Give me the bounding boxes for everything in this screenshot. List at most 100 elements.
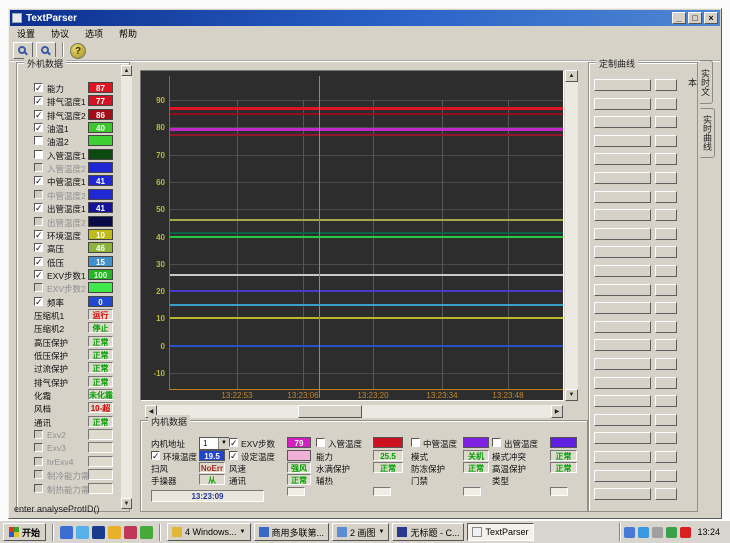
curve-value-button[interactable] xyxy=(655,265,677,277)
chart-vscrollbar[interactable] xyxy=(565,70,578,401)
curve-slot-button[interactable] xyxy=(594,358,651,370)
curve-value-button[interactable] xyxy=(655,488,677,500)
checkbox[interactable]: ✓ xyxy=(34,96,43,105)
checkbox[interactable] xyxy=(316,438,325,447)
tray-icon[interactable] xyxy=(666,527,677,538)
quick-launch-icon[interactable] xyxy=(92,526,105,539)
unit-address-dropdown[interactable]: 1▼ xyxy=(199,437,229,450)
checkbox[interactable] xyxy=(34,470,43,479)
checkbox[interactable]: ✓ xyxy=(34,230,43,239)
quick-launch-icon[interactable] xyxy=(60,526,73,539)
taskbar-button[interactable]: TextParser xyxy=(467,523,533,541)
scroll-up-icon[interactable]: ▲ xyxy=(565,70,578,82)
curve-slot-button[interactable] xyxy=(594,339,651,351)
menu-item[interactable]: 协议 xyxy=(44,26,76,41)
checkbox[interactable] xyxy=(492,438,501,447)
curve-value-button[interactable] xyxy=(655,377,677,389)
curve-slot-button[interactable] xyxy=(594,79,651,91)
quick-launch-icon[interactable] xyxy=(140,526,153,539)
quick-launch-icon[interactable] xyxy=(108,526,121,539)
restore-button[interactable]: □ xyxy=(688,12,702,24)
curve-value-button[interactable] xyxy=(655,284,677,296)
curve-slot-button[interactable] xyxy=(594,265,651,277)
checkbox[interactable] xyxy=(34,136,43,145)
tray-icon[interactable] xyxy=(624,527,635,538)
checkbox[interactable] xyxy=(34,163,43,172)
curve-value-button[interactable] xyxy=(655,228,677,240)
curve-value-button[interactable] xyxy=(655,246,677,258)
curve-slot-button[interactable] xyxy=(594,153,651,165)
curve-slot-button[interactable] xyxy=(594,302,651,314)
curve-value-button[interactable] xyxy=(655,414,677,426)
curve-value-button[interactable] xyxy=(655,470,677,482)
taskbar-button[interactable]: 4 Windows...▼ xyxy=(167,523,250,541)
checkbox[interactable]: ✓ xyxy=(229,438,238,447)
checkbox[interactable]: ✓ xyxy=(34,83,43,92)
curve-value-button[interactable] xyxy=(655,339,677,351)
checkbox[interactable]: ✓ xyxy=(34,270,43,279)
curve-value-button[interactable] xyxy=(655,358,677,370)
scroll-up-icon[interactable]: ▲ xyxy=(121,65,132,76)
checkbox[interactable] xyxy=(34,150,43,159)
close-button[interactable]: × xyxy=(704,12,718,24)
curve-value-button[interactable] xyxy=(655,209,677,221)
checkbox[interactable] xyxy=(34,190,43,199)
curve-value-button[interactable] xyxy=(655,79,677,91)
title-bar[interactable]: TextParser _ □ × xyxy=(10,10,720,26)
menu-item[interactable]: 设置 xyxy=(10,26,42,41)
checkbox[interactable] xyxy=(34,430,43,439)
checkbox[interactable] xyxy=(34,457,43,466)
tray-icon[interactable] xyxy=(638,527,649,538)
curve-slot-button[interactable] xyxy=(594,135,651,147)
checkbox[interactable] xyxy=(34,484,43,493)
checkbox[interactable] xyxy=(34,443,43,452)
curve-value-button[interactable] xyxy=(655,302,677,314)
taskbar-button[interactable]: 商用多联第... xyxy=(254,523,330,541)
side-tab[interactable]: 实时文本 xyxy=(700,60,713,104)
curve-value-button[interactable] xyxy=(655,98,677,110)
curve-slot-button[interactable] xyxy=(594,209,651,221)
chevron-down-icon[interactable]: ▼ xyxy=(379,529,385,535)
taskbar-button[interactable]: 无标题 - C... xyxy=(392,523,464,541)
checkbox[interactable]: ✓ xyxy=(34,176,43,185)
curve-value-button[interactable] xyxy=(655,135,677,147)
curve-slot-button[interactable] xyxy=(594,414,651,426)
checkbox[interactable]: ✓ xyxy=(229,451,238,460)
scroll-down-icon[interactable]: ▼ xyxy=(121,498,132,509)
curve-slot-button[interactable] xyxy=(594,321,651,333)
chevron-down-icon[interactable]: ▼ xyxy=(240,529,246,535)
curve-value-button[interactable] xyxy=(655,153,677,165)
help-button[interactable]: ? xyxy=(70,43,86,59)
quick-launch-icon[interactable] xyxy=(124,526,137,539)
curve-value-button[interactable] xyxy=(655,321,677,333)
scroll-right-icon[interactable]: ▶ xyxy=(551,405,563,418)
menu-item[interactable]: 选项 xyxy=(78,26,110,41)
checkbox[interactable] xyxy=(34,283,43,292)
hscrollbar-thumb[interactable] xyxy=(298,405,362,418)
curve-value-button[interactable] xyxy=(655,191,677,203)
curve-slot-button[interactable] xyxy=(594,191,651,203)
tray-icon[interactable] xyxy=(652,527,663,538)
curve-slot-button[interactable] xyxy=(594,395,651,407)
curve-slot-button[interactable] xyxy=(594,246,651,258)
checkbox[interactable]: ✓ xyxy=(34,203,43,212)
curve-value-button[interactable] xyxy=(655,116,677,128)
checkbox[interactable] xyxy=(34,217,43,226)
curve-value-button[interactable] xyxy=(655,451,677,463)
checkbox[interactable]: ✓ xyxy=(34,110,43,119)
checkbox[interactable] xyxy=(411,438,420,447)
curve-value-button[interactable] xyxy=(655,432,677,444)
checkbox[interactable]: ✓ xyxy=(151,451,160,460)
curve-slot-button[interactable] xyxy=(594,98,651,110)
menu-item[interactable]: 帮助 xyxy=(112,26,144,41)
curve-value-button[interactable] xyxy=(655,172,677,184)
curve-slot-button[interactable] xyxy=(594,451,651,463)
checkbox[interactable]: ✓ xyxy=(34,257,43,266)
left-panel-scrollbar[interactable] xyxy=(121,65,132,509)
curve-slot-button[interactable] xyxy=(594,377,651,389)
chevron-down-icon[interactable]: ▼ xyxy=(218,438,229,449)
curve-slot-button[interactable] xyxy=(594,228,651,240)
tray-icon[interactable] xyxy=(680,527,691,538)
curve-slot-button[interactable] xyxy=(594,172,651,184)
curve-slot-button[interactable] xyxy=(594,116,651,128)
